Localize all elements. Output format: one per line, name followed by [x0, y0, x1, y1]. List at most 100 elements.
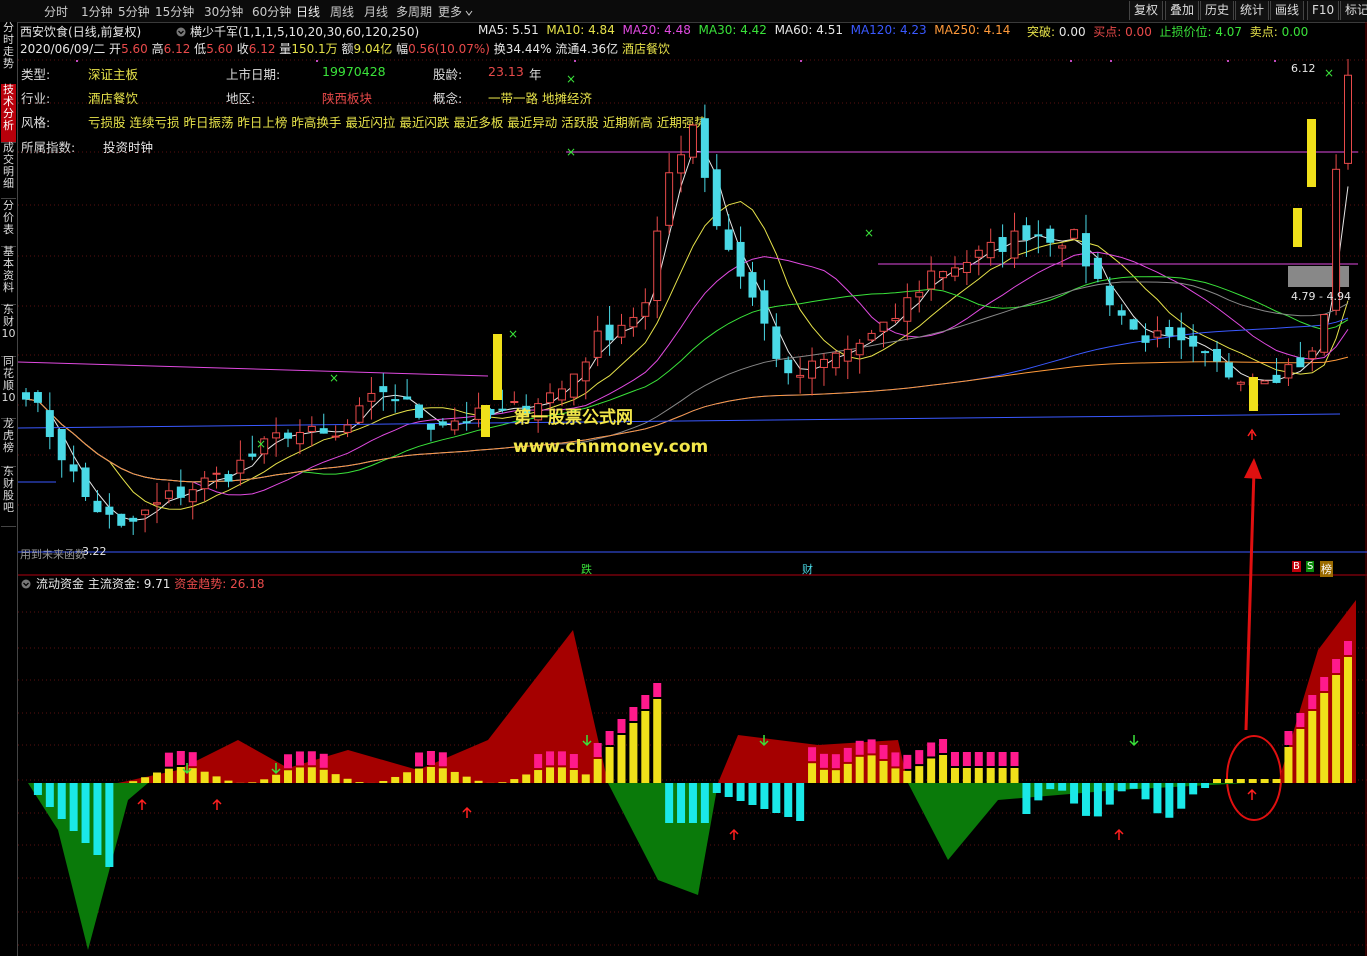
hist-bar-up: [843, 763, 852, 783]
side-tab-3[interactable]: 分价表: [1, 200, 16, 247]
candle-body: [1344, 74, 1352, 164]
hist-bar-down: [33, 783, 42, 795]
event-bang[interactable]: 榜: [1320, 561, 1333, 577]
annotation-arrow-head: [1244, 458, 1262, 479]
candle-body: [819, 358, 828, 368]
hist-bar-cap: [593, 743, 602, 757]
hist-bar-down: [677, 783, 686, 823]
candle-body: [808, 360, 817, 379]
candle-body: [903, 297, 912, 322]
side-tab-5[interactable]: 东财10: [1, 304, 16, 357]
hist-bar-down: [1046, 783, 1055, 790]
candle-body: [105, 506, 114, 515]
hist-bar-up: [224, 780, 233, 783]
hist-bar-down: [69, 783, 78, 831]
candle-body: [355, 405, 364, 423]
candle-body: [164, 490, 173, 499]
candle-body: [45, 410, 54, 438]
hist-bar-cap: [557, 751, 566, 766]
hist-bar-down: [1165, 783, 1174, 818]
candle-body: [831, 352, 840, 369]
side-tab-2[interactable]: 成交明细: [1, 142, 16, 199]
candle-body: [915, 291, 924, 298]
hist-bar-cap: [415, 752, 424, 767]
candle-body: [403, 396, 412, 400]
event-cai[interactable]: 财: [802, 561, 813, 577]
kline-chart[interactable]: × × × × × × ×: [18, 0, 1367, 956]
candle-body: [1022, 225, 1031, 241]
watermark-url: www.chnmoney.com: [513, 437, 709, 457]
hist-bar-down: [1141, 783, 1150, 800]
event-b[interactable]: B: [1292, 561, 1301, 572]
hist-bar-up: [403, 772, 412, 783]
sub-indicator-dropdown-icon[interactable]: [21, 578, 31, 589]
candle-body: [117, 513, 126, 526]
side-tab-6[interactable]: 同花顺10: [1, 356, 16, 419]
side-tab-4[interactable]: 基本资料: [1, 246, 16, 305]
x-signal-mark: ×: [256, 437, 266, 451]
hist-bar-up: [1224, 779, 1233, 783]
side-tab-0[interactable]: 分时走势: [1, 22, 16, 85]
hist-bar-up: [1284, 747, 1293, 783]
hist-bar-up: [605, 747, 614, 783]
hist-bar-cap: [534, 754, 543, 769]
hist-bar-cap: [307, 751, 316, 766]
candle-body: [939, 271, 948, 279]
side-tab-7[interactable]: 龙虎榜: [1, 418, 16, 467]
candle-body: [1105, 285, 1114, 306]
hist-bar-down: [1022, 783, 1031, 814]
candle-body: [986, 241, 995, 259]
candle-body: [855, 342, 864, 356]
side-tab-1[interactable]: 技术分析: [1, 84, 16, 143]
event-s[interactable]: S: [1306, 561, 1315, 572]
candle-body: [1224, 362, 1233, 378]
candle-body: [343, 424, 352, 433]
future-function-note: 用到未来函数: [20, 548, 86, 561]
candle-body: [998, 237, 1007, 252]
candle-body: [724, 229, 733, 250]
hist-bar-down: [772, 783, 781, 813]
hist-bar-cap: [891, 752, 900, 767]
candle-body: [188, 489, 197, 503]
up-arrow-icon: [1247, 428, 1257, 440]
hist-bar-cap: [843, 747, 852, 762]
hist-bar-up: [522, 774, 531, 783]
candle-body: [236, 459, 245, 474]
hist-bar-up: [1272, 779, 1281, 783]
hist-bar-cap: [641, 695, 650, 709]
hist-bar-down: [784, 783, 793, 817]
hist-bar-up: [819, 769, 828, 783]
candle-body: [129, 517, 138, 522]
candle-body: [1320, 314, 1329, 353]
hist-bar-up: [962, 768, 971, 783]
side-tab-8[interactable]: 东财股吧: [1, 466, 16, 527]
ref-line: [18, 413, 1341, 429]
top-dot: [316, 60, 318, 62]
hist-bar-up: [903, 770, 912, 783]
hist-bar-up: [319, 769, 328, 783]
event-die[interactable]: 跌: [581, 561, 592, 577]
hist-bar-down: [105, 783, 114, 867]
candle-body: [843, 348, 852, 362]
top-dot: [1274, 60, 1276, 62]
candle-body: [546, 392, 555, 404]
hist-bar-up: [939, 755, 948, 783]
candle-body: [593, 330, 602, 358]
hist-bar-cap: [903, 754, 912, 769]
hist-bar-cap: [927, 742, 936, 757]
candle-body: [1010, 230, 1019, 259]
candle-body: [557, 388, 566, 401]
hist-bar-cap: [915, 750, 924, 765]
candle-body: [688, 124, 697, 158]
candle-body: [1308, 350, 1317, 360]
candle-body: [569, 373, 578, 398]
hist-bar-up: [1212, 779, 1221, 783]
candle-body: [212, 472, 221, 475]
hist-bar-cap: [438, 752, 447, 767]
hist-bar-down: [57, 783, 66, 819]
buy-arrow-icon: [1114, 828, 1124, 840]
hist-bar-up: [307, 767, 316, 783]
hist-bar-up: [260, 779, 269, 783]
hist-bar-up: [1236, 779, 1245, 783]
candle-body: [1212, 348, 1221, 362]
